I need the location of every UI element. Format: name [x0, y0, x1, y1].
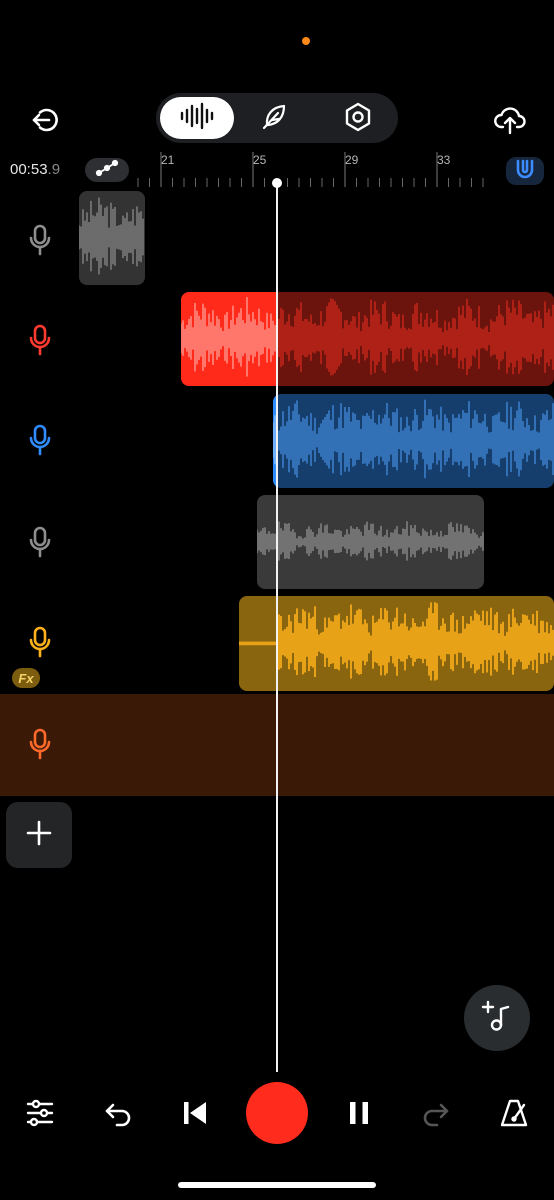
mode-settings-button[interactable] — [336, 100, 380, 138]
time-main: 00:53 — [10, 161, 48, 178]
metronome-icon[interactable] — [494, 1093, 534, 1133]
undo-icon[interactable] — [98, 1093, 138, 1133]
automation-button[interactable] — [85, 158, 129, 182]
ruler-label: 29 — [345, 153, 359, 167]
redo-icon[interactable] — [416, 1093, 456, 1133]
track-2-clip[interactable] — [181, 292, 554, 386]
track-5-mic-icon[interactable] — [20, 622, 60, 662]
track-1-mic-icon[interactable] — [20, 220, 60, 260]
ruler-label: 21 — [161, 153, 175, 167]
track-4-clip[interactable] — [257, 495, 484, 589]
add-note-button[interactable] — [464, 985, 530, 1051]
home-indicator — [178, 1182, 376, 1188]
plus-music-note-icon — [480, 999, 514, 1038]
magnet-icon — [514, 158, 536, 185]
waveform-icon — [179, 102, 215, 135]
track-3-clip[interactable] — [273, 394, 554, 488]
track-2-mic-icon[interactable] — [20, 320, 60, 360]
exit-arrow-icon[interactable] — [24, 100, 64, 140]
snap-button[interactable] — [506, 157, 544, 185]
track-5-clip[interactable] — [239, 596, 554, 691]
quill-icon — [258, 101, 290, 138]
curve-points-icon — [95, 159, 119, 182]
pause-icon[interactable] — [339, 1093, 379, 1133]
track-1-clip[interactable] — [79, 191, 145, 285]
ruler-label: 33 — [437, 153, 451, 167]
mode-quill-button[interactable] — [252, 100, 296, 138]
timeline-ruler[interactable]: 21 25 29 33 — [134, 150, 494, 190]
fx-badge[interactable]: Fx — [12, 668, 40, 688]
status-indicator — [302, 37, 310, 45]
playhead[interactable] — [276, 182, 278, 1072]
time-fraction: .9 — [47, 161, 61, 178]
record-button[interactable] — [246, 1082, 308, 1144]
mode-waveform-button[interactable] — [160, 97, 234, 139]
track-4-mic-icon[interactable] — [20, 522, 60, 562]
plus-icon — [25, 819, 53, 852]
track-3-mic-icon[interactable] — [20, 420, 60, 460]
skip-to-start-icon[interactable] — [175, 1093, 215, 1133]
hexagon-settings-icon — [342, 101, 374, 138]
track-6-mic-icon[interactable] — [20, 724, 60, 764]
playback-time: 00:53.9 — [10, 161, 60, 178]
ruler-label: 25 — [253, 153, 267, 167]
cloud-upload-icon[interactable] — [490, 100, 530, 140]
sliders-icon[interactable] — [20, 1093, 60, 1133]
playhead-handle[interactable] — [272, 178, 282, 188]
add-track-button[interactable] — [6, 802, 72, 868]
